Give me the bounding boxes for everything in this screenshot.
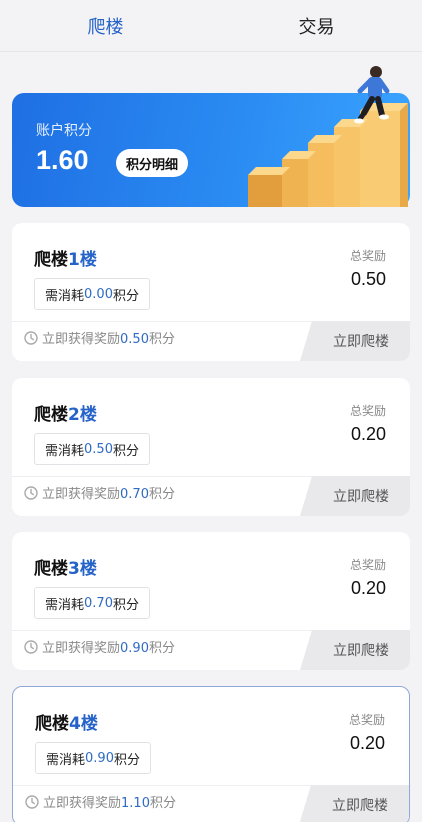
reward-value: 0.20 — [350, 424, 386, 444]
tab-climb[interactable]: 爬楼 — [0, 0, 211, 51]
climb-card-2: 爬楼2楼 需消耗 0.50 积分 总奖励 0.20 立即获得奖励0.70积分 立即爬… — [12, 378, 410, 516]
points-banner: 账户积分 1.60 积分明细 — [12, 66, 410, 207]
points-value: 1.60 — [36, 145, 89, 175]
card-title: 爬楼1楼 — [34, 250, 97, 270]
clock-icon — [24, 639, 38, 654]
reward-label: 总奖励 — [348, 713, 385, 727]
reward-value: 0.50 — [350, 269, 386, 289]
cost-box: 需消耗 0.70 积分 — [34, 587, 150, 619]
clock-icon — [25, 794, 39, 809]
reward-label: 总奖励 — [349, 558, 386, 572]
climb-now-button[interactable]: 立即爬楼 — [299, 785, 409, 822]
instant-reward-text: 立即获得奖励0.50积分 — [24, 328, 175, 347]
clock-icon — [24, 330, 38, 345]
points-detail-button[interactable]: 积分明细 — [116, 149, 189, 177]
instant-reward-text: 立即获得奖励1.10积分 — [25, 792, 176, 811]
card-title: 爬楼3楼 — [34, 559, 97, 579]
reward-value: 0.20 — [350, 578, 386, 598]
stairs-climber-illustration — [248, 66, 408, 207]
clock-icon — [24, 485, 38, 500]
cost-box: 需消耗 0.00 积分 — [34, 278, 150, 310]
instant-reward-text: 立即获得奖励0.70积分 — [24, 483, 175, 502]
reward-label: 总奖励 — [349, 249, 386, 263]
instant-reward-text: 立即获得奖励0.90积分 — [24, 637, 175, 656]
climb-now-button[interactable]: 立即爬楼 — [300, 476, 410, 516]
points-label: 账户积分 — [36, 123, 92, 139]
climb-card-3: 爬楼3楼 需消耗 0.70 积分 总奖励 0.20 立即获得奖励0.90积分 立即爬… — [12, 532, 410, 670]
climb-card-1: 爬楼1楼 需消耗 0.00 积分 总奖励 0.50 立即获得奖励0.50积分 立即爬… — [12, 223, 410, 361]
climb-card-4: 爬楼4楼 需消耗 0.90 积分 总奖励 0.20 立即获得奖励1.10积分 立即爬… — [12, 686, 410, 822]
reward-label: 总奖励 — [349, 404, 386, 418]
top-tabs: 爬楼 交易 — [0, 0, 422, 52]
reward-value: 0.20 — [349, 733, 385, 753]
climb-now-button[interactable]: 立即爬楼 — [300, 630, 410, 670]
tab-trade[interactable]: 交易 — [211, 0, 422, 51]
cost-box: 需消耗 0.50 积分 — [34, 433, 150, 465]
card-title: 爬楼4楼 — [35, 714, 98, 734]
card-title: 爬楼2楼 — [34, 405, 97, 425]
cost-box: 需消耗 0.90 积分 — [35, 742, 151, 774]
climb-now-button[interactable]: 立即爬楼 — [300, 321, 410, 361]
